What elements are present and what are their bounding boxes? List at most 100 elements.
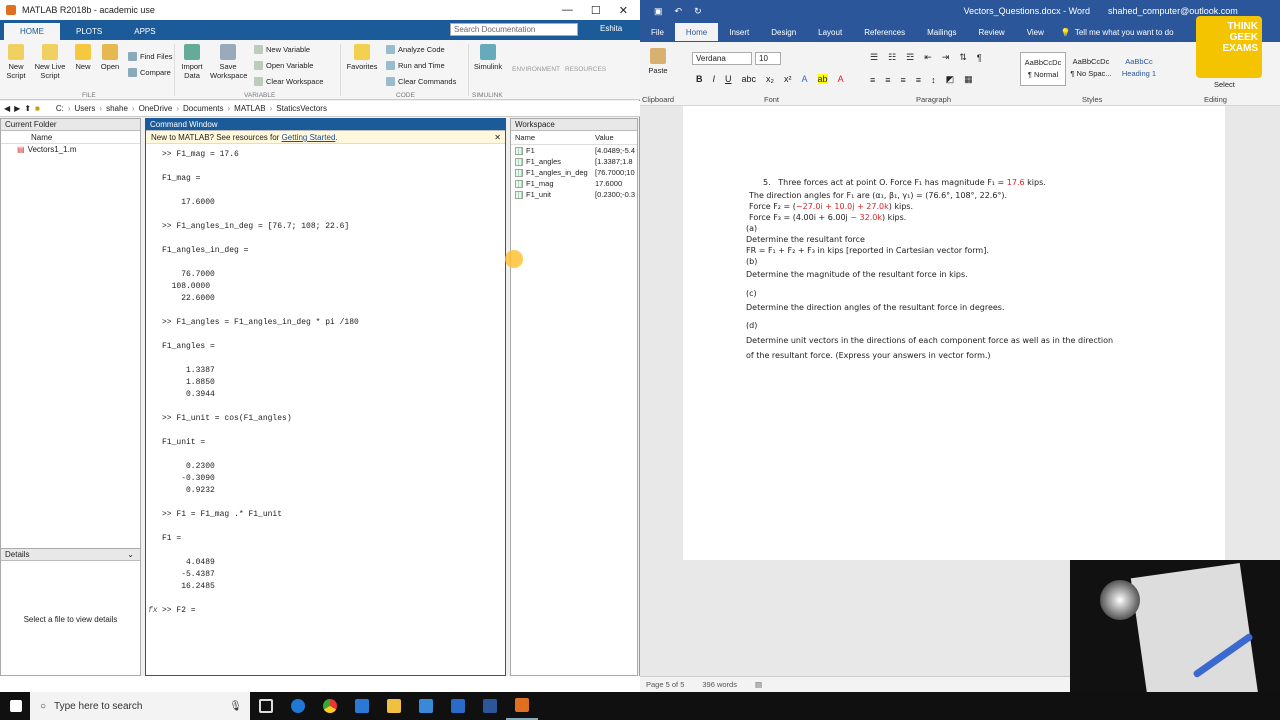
browse-folder-icon[interactable]: ■ [35,104,40,113]
new-variable-button[interactable]: New Variable [254,45,310,54]
highlight-icon[interactable]: ab [817,74,828,84]
file-item[interactable]: ▤ Vectors1_1.m [1,144,140,156]
user-menu[interactable]: Eshita [600,24,622,33]
getting-started-link[interactable]: Getting Started [282,133,336,142]
maximize-button[interactable]: ☐ [591,4,601,17]
account-name[interactable]: shahed_computer@outlook.com [1108,6,1238,16]
align-right-icon[interactable]: ≡ [901,75,906,85]
workspace-variable-row[interactable]: F1 [4.0489;-5.4 [511,145,637,156]
value-column-header[interactable]: Value [595,131,637,144]
font-name-select[interactable]: Verdana [692,52,752,65]
path-part[interactable]: Users [75,104,96,113]
decrease-indent-icon[interactable]: ⇤ [924,52,932,63]
name-column-header[interactable]: Name [511,131,595,144]
strikethrough-icon[interactable]: abc [742,74,757,84]
pilcrow-icon[interactable]: ¶ [977,53,982,63]
compare-button[interactable]: Compare [128,68,171,77]
workspace-variable-row[interactable]: F1_mag 17.6000 [511,178,637,189]
path-part[interactable]: C: [56,104,64,113]
tab-apps[interactable]: APPS [118,23,171,40]
workspace-variable-row[interactable]: F1_angles [1.3387;1.8 [511,156,637,167]
path-part[interactable]: MATLAB [234,104,265,113]
resources-menu[interactable]: RESOURCES [565,66,606,73]
matlab-button[interactable] [506,692,538,720]
new-button[interactable]: New [72,44,94,71]
italic-icon[interactable]: I [713,74,716,84]
shading-icon[interactable]: ◩ [946,74,955,85]
analyze-code-button[interactable]: Analyze Code [386,45,445,54]
environment-menu[interactable]: ENVIRONMENT [512,66,560,73]
run-and-time-button[interactable]: Run and Time [386,61,445,70]
tab-insert[interactable]: Insert [718,25,760,40]
store-button[interactable] [410,692,442,720]
edge-button[interactable] [282,692,314,720]
workspace-variable-row[interactable]: F1_unit [0.2300;-0.3 [511,189,637,200]
style-no-spacing[interactable]: AaBbCcDc ¶ No Spac... [1068,52,1114,86]
import-data-button[interactable]: Import Data [178,44,206,80]
details-header[interactable]: Details ⌄ [1,549,140,561]
forward-icon[interactable]: ▶ [14,104,20,113]
tab-design[interactable]: Design [760,25,807,40]
tab-view[interactable]: View [1016,25,1055,40]
justify-icon[interactable]: ≡ [916,75,921,85]
chrome-button[interactable] [314,692,346,720]
explorer-button[interactable] [378,692,410,720]
page-count[interactable]: Page 5 of 5 [646,680,684,689]
vs-button[interactable] [346,692,378,720]
workspace-variable-row[interactable]: F1_angles_in_deg [76.7000;10 [511,167,637,178]
command-window[interactable]: Command Window New to MATLAB? See resour… [145,118,506,676]
tab-references[interactable]: References [853,25,916,40]
back-icon[interactable]: ◀ [4,104,10,113]
save-workspace-button[interactable]: Save Workspace [210,44,247,80]
save-icon[interactable]: ▣ [654,6,663,17]
style-heading-1[interactable]: AaBbCc Heading 1 [1116,52,1162,86]
word-button[interactable] [474,692,506,720]
open-button[interactable]: Open [98,44,122,71]
open-variable-button[interactable]: Open Variable [254,61,313,70]
underline-icon[interactable]: U [725,74,732,84]
taskbar-search[interactable]: ○ Type here to search 🎙 [30,692,250,720]
font-color-icon[interactable]: A [838,74,844,84]
start-button[interactable] [0,692,32,720]
up-folder-icon[interactable]: ⬆ [24,104,31,113]
numbering-icon[interactable]: ☷ [888,52,896,63]
proofing-icon[interactable]: ▤ [755,680,762,689]
new-live-script-button[interactable]: New Live Script [32,44,68,80]
increase-indent-icon[interactable]: ⇥ [942,52,950,63]
bullets-icon[interactable]: ☰ [870,52,878,63]
tab-home[interactable]: Home [674,23,719,41]
align-left-icon[interactable]: ≡ [870,75,875,85]
undo-icon[interactable]: ↶ [675,6,683,17]
font-size-select[interactable]: 10 [755,52,781,65]
minimize-button[interactable]: — [562,4,573,17]
clear-workspace-button[interactable]: Clear Workspace [254,77,323,86]
line-spacing-icon[interactable]: ↕ [931,75,936,85]
path-part[interactable]: OneDrive [139,104,173,113]
tab-home[interactable]: HOME [4,23,60,40]
tab-mailings[interactable]: Mailings [916,25,967,40]
align-center-icon[interactable]: ≡ [885,75,890,85]
close-button[interactable]: ✕ [619,4,628,17]
task-view-button[interactable] [250,692,282,720]
path-part[interactable]: Documents [183,104,223,113]
tab-layout[interactable]: Layout [807,25,853,40]
style-normal[interactable]: AaBbCcDc ¶ Normal [1020,52,1066,86]
document-page[interactable]: 5. Three forces act at point O. Force F₁… [683,106,1225,560]
select-button[interactable]: Select [1214,80,1235,89]
function-browser-icon[interactable]: fx [148,606,158,615]
simulink-button[interactable]: Simulink [472,44,504,71]
favorites-button[interactable]: Favorites [344,44,380,71]
path-part[interactable]: StaticsVectors [276,104,327,113]
path-part[interactable]: shahe [106,104,128,113]
close-icon[interactable]: ✕ [494,131,501,144]
clear-commands-button[interactable]: Clear Commands [386,77,456,86]
text-effects-icon[interactable]: A [802,74,808,84]
word-count[interactable]: 396 words [702,680,737,689]
sort-icon[interactable]: ⇅ [959,52,967,63]
name-column-header[interactable]: Name [1,131,140,144]
mail-button[interactable] [442,692,474,720]
paste-button[interactable]: Paste [646,48,670,75]
bold-icon[interactable]: B [696,74,703,84]
chevron-down-icon[interactable]: ⌄ [127,549,134,561]
new-script-button[interactable]: New Script [4,44,28,80]
